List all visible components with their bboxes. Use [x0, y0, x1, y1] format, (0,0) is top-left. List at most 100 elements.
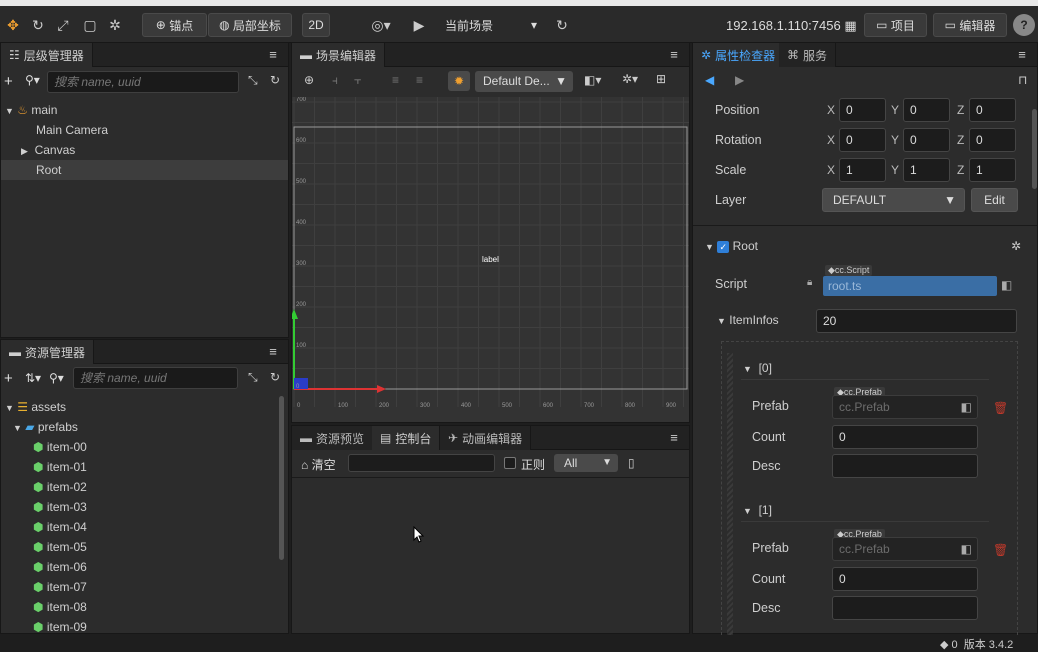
count-input[interactable]: 0: [832, 425, 978, 449]
asset-item[interactable]: ⬢ item-06: [33, 557, 87, 577]
scene-label-node[interactable]: label: [482, 255, 499, 264]
layer-edit-button[interactable]: Edit: [971, 188, 1018, 212]
rotation-y-input[interactable]: 0: [903, 128, 950, 152]
hierarchy-search-input[interactable]: 搜索 name, uuid: [47, 71, 239, 93]
log-level-select[interactable]: All ▼: [554, 454, 618, 472]
lock-icon[interactable]: ⊓: [1018, 73, 1027, 87]
log-file-icon[interactable]: ▯: [628, 456, 635, 470]
asset-item[interactable]: ⬢ item-08: [33, 597, 87, 617]
prefab-field[interactable]: cc.Prefab ◧: [832, 537, 978, 561]
rotate-tool-icon[interactable]: ↻: [27, 13, 49, 37]
refresh-icon[interactable]: ↻: [551, 13, 573, 37]
camera-select[interactable]: Default De... ▼: [475, 71, 573, 92]
asset-item[interactable]: ⬢ item-09: [33, 617, 87, 637]
menu-icon[interactable]: ≡: [667, 430, 681, 445]
settings-icon[interactable]: ✲▾: [622, 72, 638, 86]
forward-icon[interactable]: ▶: [735, 73, 744, 87]
regex-checkbox[interactable]: [504, 457, 516, 469]
pick-icon[interactable]: ◧: [961, 538, 972, 560]
local-coords-button[interactable]: ◍ 局部坐标: [208, 13, 292, 37]
add-icon[interactable]: +: [4, 370, 13, 387]
pick-icon[interactable]: ◧: [961, 396, 972, 418]
align-top-icon[interactable]: ≡: [392, 73, 399, 87]
prefab-field[interactable]: cc.Prefab ◧: [832, 395, 978, 419]
align-center-icon[interactable]: ⫟: [354, 73, 361, 88]
camera-icon[interactable]: ◧▾: [584, 73, 601, 87]
platform-icon[interactable]: ◎▾: [366, 13, 396, 37]
gizmo-icon[interactable]: ✹: [448, 71, 470, 91]
align-left-icon[interactable]: ⫞: [332, 73, 338, 88]
scale-y-input[interactable]: 1: [903, 158, 950, 182]
tree-item-root[interactable]: Root: [1, 160, 288, 180]
asset-item[interactable]: ⬢ item-03: [33, 497, 87, 517]
mode-2d-button[interactable]: 2D: [302, 13, 330, 37]
asset-item[interactable]: ⬢ item-04: [33, 517, 87, 537]
tab-services[interactable]: ⌘ 服务: [779, 43, 837, 67]
script-field[interactable]: root.ts: [823, 276, 997, 296]
layer-select[interactable]: DEFAULT ▼: [822, 188, 965, 212]
refresh-icon[interactable]: ↻: [270, 73, 280, 87]
rotation-x-input[interactable]: 0: [839, 128, 886, 152]
assets-scrollbar[interactable]: [279, 396, 284, 560]
grid-icon[interactable]: ⊞: [656, 72, 666, 86]
asset-item[interactable]: ⬢ item-00: [33, 437, 87, 457]
assets-search-input[interactable]: 搜索 name, uuid: [73, 367, 238, 389]
menu-icon[interactable]: ≡: [266, 344, 280, 359]
component-settings-icon[interactable]: ✲: [1011, 239, 1021, 253]
iteminfos-header[interactable]: ▼ ItemInfos: [717, 310, 779, 330]
tab-hierarchy[interactable]: ☷ 层级管理器: [1, 43, 93, 67]
refresh-icon[interactable]: ↻: [270, 370, 280, 384]
tab-scene[interactable]: ▬ 场景编辑器: [292, 43, 386, 67]
asset-item[interactable]: ⬢ item-01: [33, 457, 87, 477]
tab-console[interactable]: ▤ 控制台: [372, 426, 441, 450]
play-icon[interactable]: ▶: [408, 13, 430, 37]
menu-icon[interactable]: ≡: [667, 47, 681, 62]
transform-tool-icon[interactable]: ✲: [104, 13, 126, 37]
open-script-icon[interactable]: ◧: [1001, 278, 1012, 292]
delete-icon[interactable]: 🗑︎: [993, 543, 1008, 557]
position-x-input[interactable]: 0: [839, 98, 886, 122]
desc-input[interactable]: [832, 596, 978, 620]
desc-input[interactable]: [832, 454, 978, 478]
tree-item-main-camera[interactable]: Main Camera: [36, 120, 108, 140]
server-address[interactable]: 192.168.1.110:7456 ▦: [726, 18, 857, 34]
clear-button[interactable]: ⌂ 清空: [301, 456, 336, 473]
scene-select[interactable]: 当前场景 ▾: [436, 13, 546, 37]
iteminfos-length-input[interactable]: 20: [816, 309, 1017, 333]
asset-folder-prefabs[interactable]: ▼ ▰ prefabs: [13, 417, 78, 437]
search-icon[interactable]: ⚲▾: [49, 371, 64, 385]
scale-x-input[interactable]: 1: [839, 158, 886, 182]
zoom-icon[interactable]: ⊕: [304, 73, 314, 87]
position-y-input[interactable]: 0: [903, 98, 950, 122]
tree-item-canvas[interactable]: ▶ Canvas: [21, 140, 75, 160]
rotation-z-input[interactable]: 0: [969, 128, 1016, 152]
tab-inspector[interactable]: ✲ 属性检查器: [693, 43, 785, 67]
component-header[interactable]: ▼ ✓ Root: [705, 236, 758, 256]
enabled-checkbox[interactable]: ✓: [717, 240, 730, 253]
array-drag-strip[interactable]: [727, 353, 733, 635]
anchor-button[interactable]: ⊕ 锚点: [142, 13, 207, 37]
asset-item[interactable]: ⬢ item-02: [33, 477, 87, 497]
scene-viewport[interactable]: label 70060050040030020010000 100 200 300 40…: [292, 97, 689, 422]
array-entry-header[interactable]: ▼ [1]: [743, 500, 772, 520]
collapse-icon[interactable]: ⤡: [248, 370, 258, 385]
asset-item[interactable]: ⬢ item-05: [33, 537, 87, 557]
tab-assets[interactable]: ▬ 资源管理器: [1, 340, 95, 364]
inspector-scrollbar[interactable]: [1032, 109, 1037, 189]
rect-tool-icon[interactable]: ▢: [79, 13, 101, 37]
delete-icon[interactable]: 🗑︎: [993, 401, 1008, 415]
scale-z-input[interactable]: 1: [969, 158, 1016, 182]
align-middle-icon[interactable]: ≡: [416, 73, 423, 87]
tab-animation[interactable]: ✈ 动画编辑器: [440, 426, 532, 450]
console-filter-input[interactable]: [348, 454, 495, 472]
search-icon[interactable]: ⚲▾: [25, 73, 40, 87]
add-icon[interactable]: +: [4, 73, 13, 90]
project-button[interactable]: ▭ 项目: [864, 13, 927, 37]
tab-asset-preview[interactable]: ▬ 资源预览: [292, 426, 374, 450]
asset-item[interactable]: ⬢ item-07: [33, 577, 87, 597]
array-entry-header[interactable]: ▼ [0]: [743, 358, 772, 378]
editor-button[interactable]: ▭ 编辑器: [933, 13, 1007, 37]
collapse-icon[interactable]: ⤡: [248, 73, 258, 88]
tree-item-main[interactable]: ▼ ♨ main: [5, 100, 57, 120]
scale-tool-icon[interactable]: ⤢: [52, 13, 74, 37]
